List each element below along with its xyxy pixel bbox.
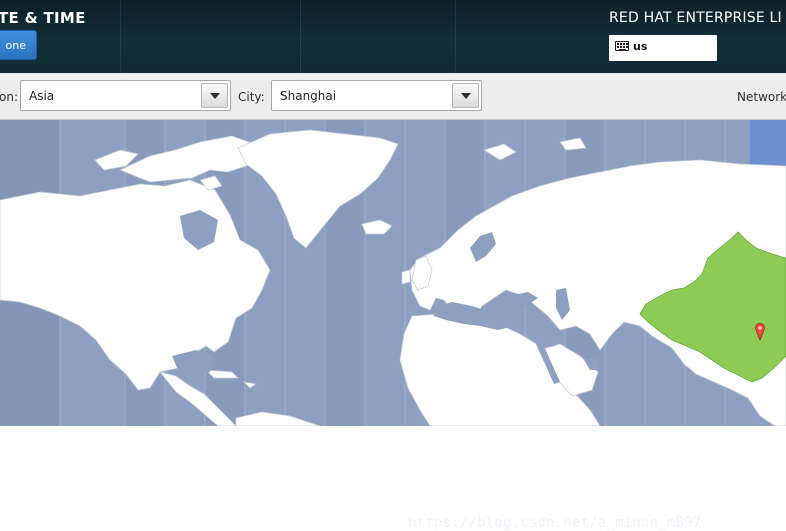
done-button[interactable]: one — [0, 30, 37, 60]
city-dropdown-button[interactable] — [452, 83, 479, 108]
keyboard-icon — [615, 41, 629, 51]
watermark-text: https://blog.csdn.net/a_minnn_m897 — [408, 515, 702, 531]
chevron-down-icon — [210, 93, 220, 99]
city-select[interactable]: Shanghai — [271, 80, 482, 111]
product-title: RED HAT ENTERPRISE LI — [609, 10, 782, 26]
timezone-band-highlight — [750, 120, 786, 166]
region-value: Asia — [29, 89, 55, 103]
world-map[interactable] — [0, 120, 786, 426]
network-time-label: Network — [737, 90, 786, 104]
south-america — [235, 411, 321, 426]
timezone-map[interactable]: https://blog.csdn.net/a_minnn_m897 — [0, 120, 786, 531]
city-value: Shanghai — [280, 89, 337, 103]
iceland — [361, 219, 393, 235]
header-bar: TE & TIME one RED HAT ENTERPRISE LI us — [0, 0, 786, 73]
header-decoration — [120, 0, 121, 73]
header-decoration — [455, 0, 456, 73]
region-dropdown-button[interactable] — [201, 83, 228, 108]
region-label: on: — [0, 90, 18, 104]
timezone-toolbar: on: Asia City: Shanghai Network — [0, 73, 786, 120]
page-title: TE & TIME — [0, 9, 86, 27]
keyboard-layout-label: us — [633, 40, 648, 53]
city-label: City: — [238, 90, 265, 104]
header-decoration — [300, 0, 301, 73]
chevron-down-icon — [461, 93, 471, 99]
region-select[interactable]: Asia — [20, 80, 231, 111]
keyboard-layout-indicator[interactable]: us — [609, 35, 717, 61]
